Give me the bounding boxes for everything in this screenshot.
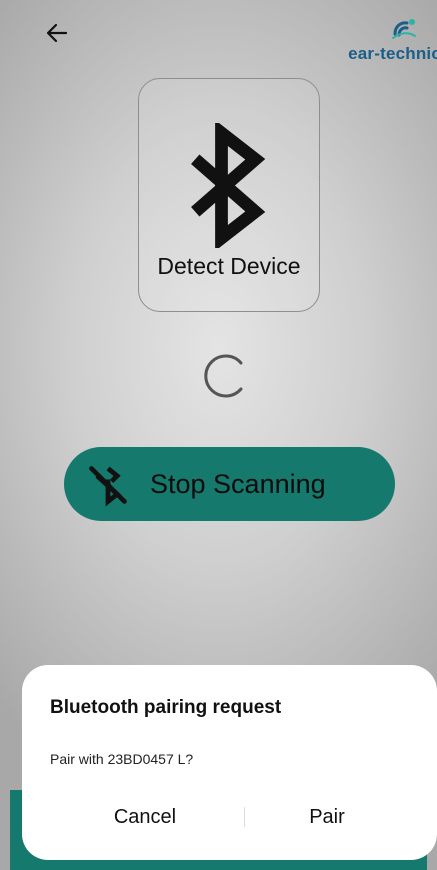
logo-mark-icon xyxy=(392,19,416,39)
arrow-left-icon xyxy=(46,23,68,43)
cancel-button[interactable]: Cancel xyxy=(70,801,220,833)
brand-logo: ear-technic xyxy=(327,18,437,66)
dialog-button-divider xyxy=(244,807,245,827)
dialog-message: Pair with 23BD0457 L? xyxy=(50,751,194,767)
loading-spinner-icon xyxy=(204,354,243,398)
detect-device-button[interactable]: Detect Device xyxy=(138,78,320,312)
bluetooth-disabled-icon xyxy=(89,466,127,507)
stop-scanning-label: Stop Scanning xyxy=(150,469,326,499)
pair-button[interactable]: Pair xyxy=(252,801,402,833)
stop-scanning-button[interactable]: Stop Scanning xyxy=(64,447,395,521)
pairing-dialog: Bluetooth pairing request Pair with 23BD… xyxy=(22,665,437,860)
back-button[interactable] xyxy=(40,18,74,48)
bluetooth-icon xyxy=(191,123,266,248)
detect-device-label: Detect Device xyxy=(157,253,301,279)
dialog-title: Bluetooth pairing request xyxy=(50,697,282,718)
logo-text: ear-technic xyxy=(348,44,437,63)
